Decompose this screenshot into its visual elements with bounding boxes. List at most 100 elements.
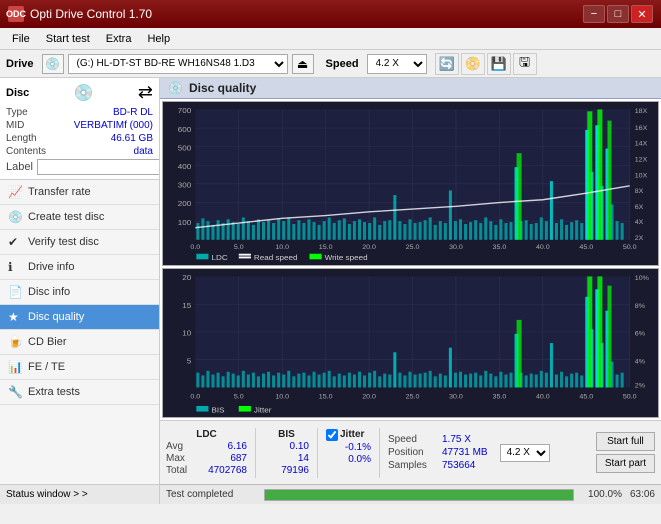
close-button[interactable]: ✕ bbox=[631, 5, 653, 23]
transfer-rate-icon: 📈 bbox=[8, 185, 24, 199]
sidebar-item-label: Create test disc bbox=[28, 211, 104, 223]
svg-text:50.0: 50.0 bbox=[623, 394, 637, 401]
stats-bar: LDC Avg 6.16 Max 687 Total 4702768 BIS bbox=[160, 420, 661, 484]
svg-text:10: 10 bbox=[182, 329, 191, 338]
disc-label-row: Label ⚙ bbox=[6, 159, 153, 175]
svg-text:300: 300 bbox=[178, 181, 192, 190]
svg-text:40.0: 40.0 bbox=[536, 244, 550, 251]
app-title: Opti Drive Control 1.70 bbox=[30, 7, 152, 21]
start-buttons: Start full Start part bbox=[596, 432, 655, 473]
disc-label-label: Label bbox=[6, 161, 33, 173]
svg-text:45.0: 45.0 bbox=[579, 244, 593, 251]
disc-change-icon[interactable]: ⇄ bbox=[138, 82, 153, 103]
disc-length-row: Length 46.61 GB bbox=[6, 133, 153, 144]
jitter-checkbox[interactable] bbox=[326, 429, 338, 441]
disc-write-icon[interactable]: 💾 bbox=[487, 53, 511, 75]
svg-text:25.0: 25.0 bbox=[406, 244, 420, 251]
disc-panel-title: Disc bbox=[6, 87, 29, 99]
jitter-max-value: 0.0% bbox=[326, 454, 371, 465]
sidebar-item-transfer-rate[interactable]: 📈 Transfer rate bbox=[0, 180, 159, 205]
svg-text:15.0: 15.0 bbox=[319, 394, 333, 401]
svg-text:15: 15 bbox=[182, 301, 191, 310]
sidebar-item-extra-tests[interactable]: 🔧 Extra tests bbox=[0, 380, 159, 405]
stats-divider-3 bbox=[379, 428, 380, 478]
disc-mid-value: VERBATIMf (000) bbox=[74, 120, 153, 131]
refresh-icon[interactable]: 🔄 bbox=[435, 53, 459, 75]
sidebar-item-disc-info[interactable]: 📄 Disc info bbox=[0, 280, 159, 305]
disc-contents-value: data bbox=[134, 146, 153, 157]
menu-extra[interactable]: Extra bbox=[98, 31, 140, 47]
verify-test-disc-icon: ✔ bbox=[8, 235, 24, 249]
app-icon-text: ODC bbox=[6, 9, 26, 19]
svg-text:14X: 14X bbox=[635, 141, 648, 148]
sidebar-item-disc-quality[interactable]: ★ Disc quality bbox=[0, 305, 159, 330]
svg-text:10%: 10% bbox=[635, 275, 649, 282]
svg-text:2%: 2% bbox=[635, 383, 645, 390]
create-test-disc-icon: 💿 bbox=[8, 210, 24, 224]
svg-text:6%: 6% bbox=[635, 331, 645, 338]
svg-text:Read speed: Read speed bbox=[254, 254, 298, 263]
speed-select[interactable]: 4.2 X bbox=[367, 54, 427, 74]
sidebar-nav: 📈 Transfer rate 💿 Create test disc ✔ Ver… bbox=[0, 180, 159, 405]
bis-chart: 20 15 10 5 10% 8% 6% 4% 2% 0.0 5.0 10.0 … bbox=[162, 268, 659, 418]
ldc-max-value: 687 bbox=[202, 453, 247, 464]
disc-label-input[interactable] bbox=[37, 159, 160, 175]
window-controls: − □ ✕ bbox=[583, 5, 653, 23]
status-window-button[interactable]: Status window > > bbox=[0, 484, 159, 504]
drive-label: Drive bbox=[6, 58, 34, 70]
svg-text:25.0: 25.0 bbox=[406, 394, 420, 401]
svg-text:LDC: LDC bbox=[211, 254, 228, 263]
minimize-button[interactable]: − bbox=[583, 5, 605, 23]
sidebar-item-fe-te[interactable]: 📊 FE / TE bbox=[0, 355, 159, 380]
progress-count: 63:06 bbox=[630, 489, 655, 500]
ldc-chart: 700 600 500 400 300 200 100 18X 16X 14X … bbox=[162, 101, 659, 266]
eject-button[interactable]: ⏏ bbox=[292, 54, 314, 74]
svg-text:35.0: 35.0 bbox=[493, 244, 507, 251]
disc-quality-header-icon: 💿 bbox=[168, 81, 183, 95]
sidebar-item-drive-info[interactable]: ℹ Drive info bbox=[0, 255, 159, 280]
svg-text:50.0: 50.0 bbox=[623, 244, 637, 251]
disc-mid-row: MID VERBATIMf (000) bbox=[6, 120, 153, 131]
sidebar-item-label: CD Bier bbox=[28, 336, 67, 348]
samples-row-value: 753664 bbox=[442, 460, 475, 471]
sidebar-item-cd-bier[interactable]: 🍺 CD Bier bbox=[0, 330, 159, 355]
menu-help[interactable]: Help bbox=[139, 31, 178, 47]
toolbar-icons: 🔄 📀 💾 🖫 bbox=[435, 53, 537, 75]
sidebar-item-label: Disc info bbox=[28, 286, 70, 298]
svg-text:6X: 6X bbox=[635, 204, 644, 211]
total-label: Total bbox=[166, 465, 198, 476]
stats-speed-select[interactable]: 4.2 X bbox=[500, 444, 550, 462]
sidebar: Disc 💿 ⇄ Type BD-R DL MID VERBATIMf (000… bbox=[0, 78, 160, 504]
sidebar-item-create-test-disc[interactable]: 💿 Create test disc bbox=[0, 205, 159, 230]
svg-text:4%: 4% bbox=[635, 359, 645, 366]
menu-file[interactable]: File bbox=[4, 31, 38, 47]
progress-percent: 100.0% bbox=[582, 489, 622, 500]
svg-text:0.0: 0.0 bbox=[190, 244, 200, 251]
save-icon[interactable]: 🖫 bbox=[513, 53, 537, 75]
start-full-button[interactable]: Start full bbox=[596, 432, 655, 451]
disc-info-panel: Disc 💿 ⇄ Type BD-R DL MID VERBATIMf (000… bbox=[0, 78, 159, 180]
svg-text:20.0: 20.0 bbox=[362, 244, 376, 251]
maximize-button[interactable]: □ bbox=[607, 5, 629, 23]
svg-text:200: 200 bbox=[178, 200, 192, 209]
ldc-chart-svg: 700 600 500 400 300 200 100 18X 16X 14X … bbox=[163, 102, 658, 265]
extra-tests-icon: 🔧 bbox=[8, 385, 24, 399]
start-part-button[interactable]: Start part bbox=[596, 454, 655, 473]
menu-start-test[interactable]: Start test bbox=[38, 31, 98, 47]
sidebar-item-verify-test-disc[interactable]: ✔ Verify test disc bbox=[0, 230, 159, 255]
svg-text:12X: 12X bbox=[635, 157, 648, 164]
drive-icon-button[interactable]: 💿 bbox=[42, 54, 64, 74]
disc-info-icon: 📄 bbox=[8, 285, 24, 299]
drive-select[interactable]: (G:) HL-DT-ST BD-RE WH16NS48 1.D3 bbox=[68, 54, 288, 74]
speed-label: Speed bbox=[326, 58, 359, 70]
svg-text:20: 20 bbox=[182, 273, 191, 282]
content-area: 💿 Disc quality bbox=[160, 78, 661, 504]
stats-divider-1 bbox=[255, 428, 256, 478]
drive-bar: Drive 💿 (G:) HL-DT-ST BD-RE WH16NS48 1.D… bbox=[0, 50, 661, 78]
disc-read-icon[interactable]: 📀 bbox=[461, 53, 485, 75]
svg-text:0.0: 0.0 bbox=[190, 394, 200, 401]
sidebar-item-label: Drive info bbox=[28, 261, 74, 273]
max-label: Max bbox=[166, 453, 198, 464]
svg-text:35.0: 35.0 bbox=[493, 394, 507, 401]
sidebar-item-label: Transfer rate bbox=[28, 186, 91, 198]
